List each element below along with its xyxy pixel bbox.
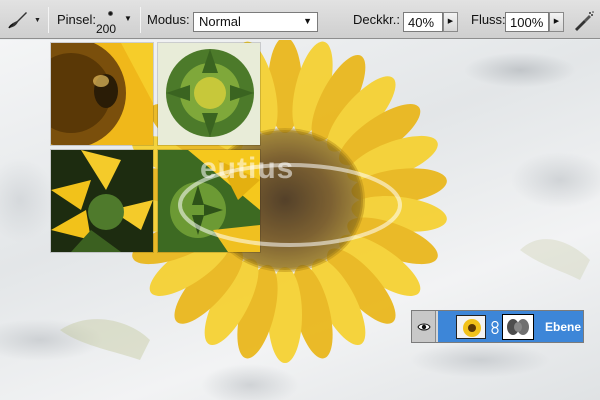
opacity-label: Deckkr.: (353, 12, 400, 27)
brush-size-value: 200 (96, 22, 117, 36)
mode-select[interactable]: Normal ▼ (193, 12, 318, 32)
options-bar: ▼ Pinsel: 200 ▼ Modus: Normal ▼ Deckkr.:… (0, 0, 600, 39)
photo-thumbnail (51, 43, 153, 145)
flow-field[interactable]: 100% (505, 12, 549, 32)
layer-mask-thumbnail[interactable] (502, 314, 534, 340)
watermark-text: eutius (200, 152, 295, 185)
flow-slider-button[interactable]: ▶ (549, 12, 564, 32)
divider (140, 7, 141, 33)
flow-label: Fluss: (471, 12, 506, 27)
opacity-field[interactable]: 40% (403, 12, 443, 32)
brush-tool-icon (8, 12, 27, 29)
eye-icon (416, 323, 431, 330)
layer-name: Ebene (545, 320, 582, 334)
divider (48, 7, 49, 33)
tool-preset-picker[interactable]: ▼ (6, 9, 42, 31)
opacity-value: 40% (408, 15, 435, 30)
chain-link-icon[interactable] (491, 321, 499, 334)
chevron-down-icon: ▼ (34, 16, 41, 24)
airbrush-toggle[interactable] (572, 10, 594, 32)
brush-tip-preview (108, 11, 113, 16)
mode-value: Normal (199, 14, 241, 29)
photo-thumbnail (51, 150, 153, 252)
layer-row[interactable]: Ebene (411, 310, 584, 343)
flow-value: 100% (510, 15, 544, 30)
photo-thumbnail (158, 43, 260, 145)
layer-image-thumbnail[interactable] (456, 315, 486, 339)
mode-label: Modus: (147, 12, 190, 27)
document-canvas[interactable]: eutius Ebene (0, 40, 600, 400)
chevron-down-icon: ▼ (303, 16, 312, 26)
opacity-slider-button[interactable]: ▶ (443, 12, 458, 32)
brush-label: Pinsel: (57, 12, 97, 27)
layer-visibility-toggle[interactable] (412, 311, 436, 342)
chevron-down-icon[interactable]: ▼ (124, 14, 132, 23)
brush-picker[interactable]: 200 (95, 8, 125, 36)
airbrush-icon (575, 11, 594, 31)
